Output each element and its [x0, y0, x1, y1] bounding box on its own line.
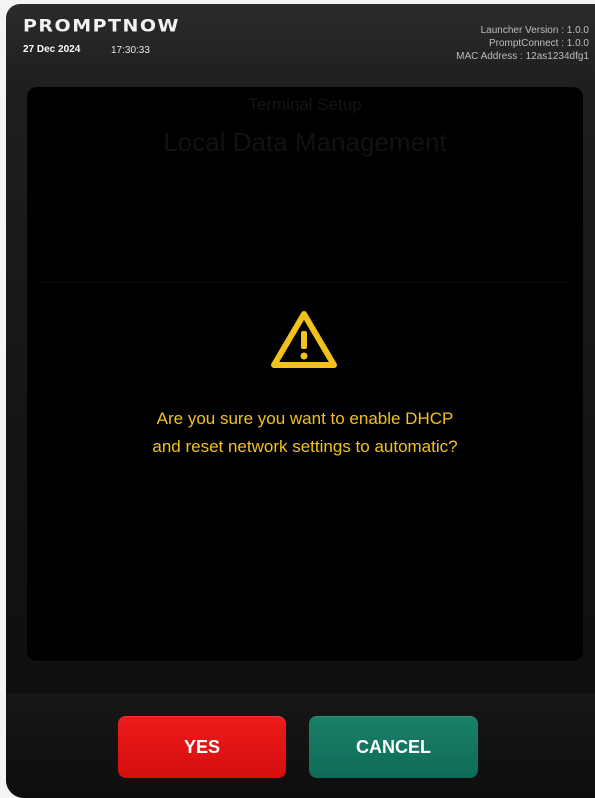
promptconnect-version: PromptConnect : 1.0.0 — [488, 38, 589, 49]
time-display: 17:30:33 — [111, 45, 150, 56]
warning-triangle-icon — [271, 311, 337, 368]
yes-button[interactable]: YES — [118, 716, 286, 778]
message-line-2: and reset network settings to automatic? — [152, 437, 458, 456]
footer-bar — [6, 693, 595, 798]
background-title: Local Data Management — [163, 127, 447, 157]
terminal-device: PROMPTNOW 27 Dec 2024 17:30:33 Launcher … — [6, 4, 595, 798]
confirmation-message: Are you sure you want to enable DHCP and… — [27, 405, 583, 461]
header-bar: PROMPTNOW 27 Dec 2024 17:30:33 Launcher … — [6, 4, 595, 84]
cancel-button[interactable]: CANCEL — [309, 716, 478, 778]
brand-logo: PROMPTNOW — [23, 16, 181, 36]
background-divider — [39, 282, 571, 283]
mac-address: MAC Address : 12as1234dfg1 — [456, 51, 589, 62]
launcher-version: Launcher Version : 1.0.0 — [480, 25, 589, 36]
message-line-1: Are you sure you want to enable DHCP — [156, 409, 454, 428]
confirmation-dialog: Terminal Setup Local Data Management Are… — [27, 87, 583, 661]
background-subtitle: Terminal Setup — [248, 95, 362, 114]
date-display: 27 Dec 2024 — [23, 44, 81, 55]
version-info: Launcher Version : 1.0.0 PromptConnect :… — [456, 24, 589, 63]
